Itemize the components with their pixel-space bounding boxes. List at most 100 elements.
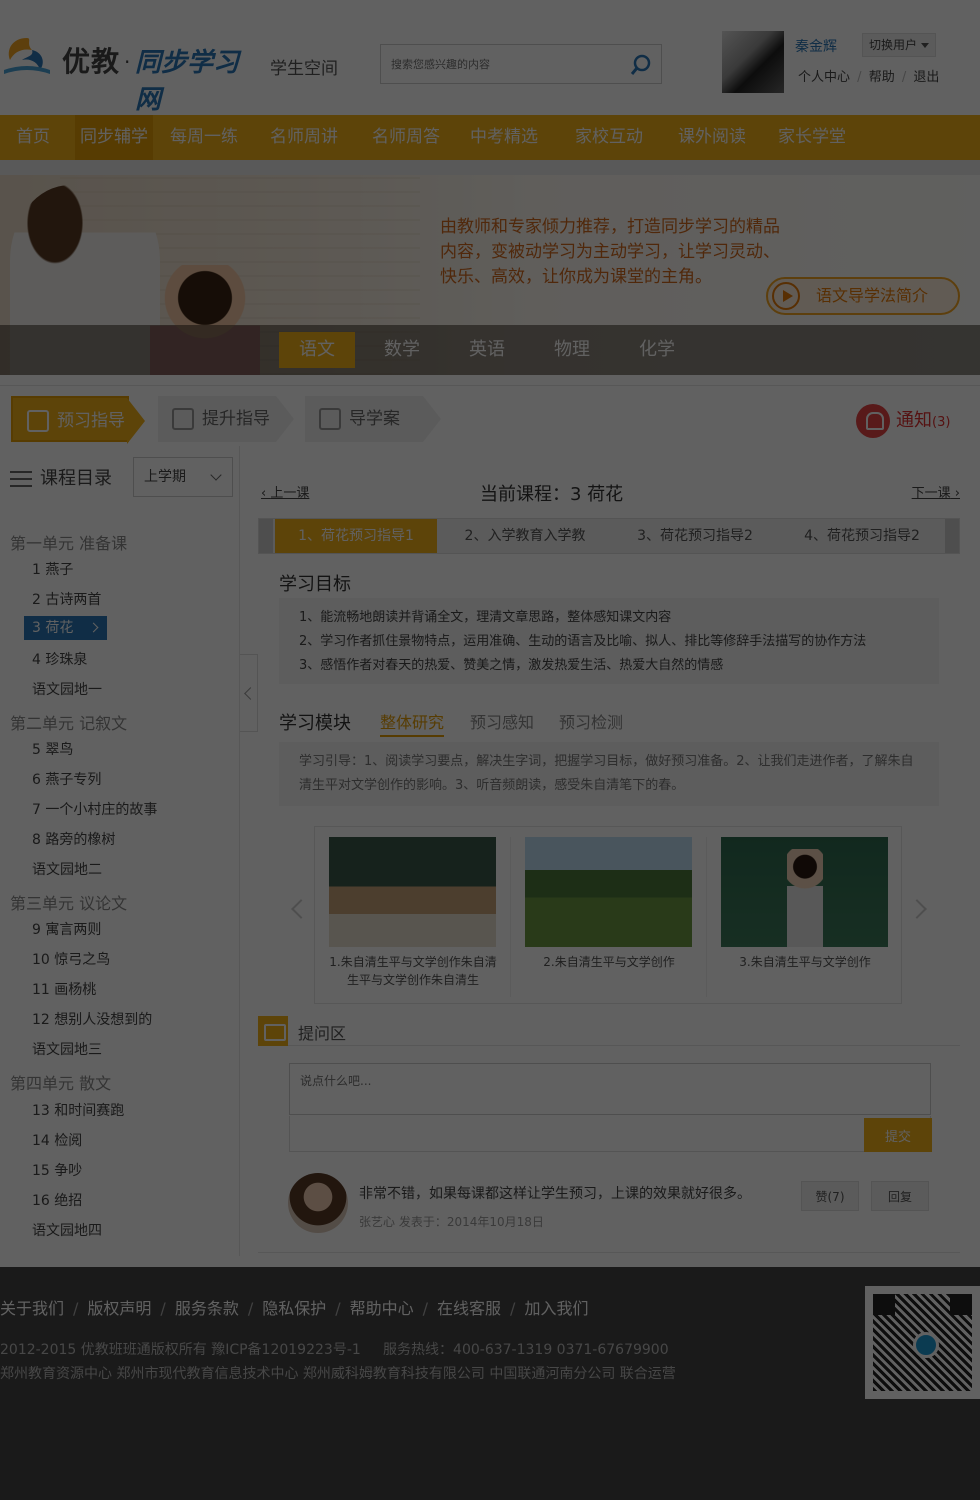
lesson-item[interactable]: 语文园地一: [32, 679, 102, 699]
subject-tab-english[interactable]: 英语: [449, 332, 525, 368]
subject-tab-math[interactable]: 数学: [364, 332, 440, 368]
carousel-prev-icon[interactable]: [291, 899, 311, 919]
resource-item[interactable]: 3.朱自清生平与文学创作: [707, 837, 903, 997]
lesson-item[interactable]: 11 画杨桃: [32, 979, 96, 999]
nav-item-teacher-lecture[interactable]: 名师周讲: [268, 115, 340, 160]
lesson-item[interactable]: 10 惊弓之鸟: [32, 949, 110, 969]
course-tab[interactable]: 4、荷花预习指导2: [781, 519, 943, 553]
resource-caption: 2.朱自清生平与文学创作: [543, 955, 675, 969]
tabs-prev-arrow-icon[interactable]: [259, 519, 273, 553]
logout-link[interactable]: 退出: [913, 70, 939, 85]
footer-links: 关于我们 / 版权声明 / 服务条款 / 隐私保护 / 帮助中心 / 在线客服 / 加入我们: [0, 1295, 588, 1319]
header: 优教 · 同步学习网 学生空间 秦金辉 切换用户 个人中心 / 帮助 / 退出: [0, 0, 980, 115]
user-avatar[interactable]: [722, 31, 784, 93]
bell-icon: [856, 404, 890, 438]
footer-link-privacy[interactable]: 隐私保护: [262, 1299, 326, 1318]
course-tab[interactable]: 2、入学教育入学教: [444, 519, 606, 553]
qr-code-icon: [873, 1294, 972, 1391]
lesson-item[interactable]: 语文园地四: [32, 1220, 102, 1240]
course-sidebar: 课程目录 上学期 第一单元 准备课 1 燕子 2 古诗两首 3 荷花 4 珍珠泉…: [0, 446, 240, 1256]
nav-item-teacher-answer[interactable]: 名师周答: [370, 115, 442, 160]
resource-item[interactable]: 2.朱自清生平与文学创作: [511, 837, 707, 997]
lesson-item[interactable]: 12 想别人没想到的: [32, 1009, 152, 1029]
tab-study-plan[interactable]: 导学案: [305, 396, 441, 442]
tab-preview-guide[interactable]: 预习指导: [11, 396, 145, 444]
lesson-item[interactable]: 8 路旁的橡树: [32, 829, 115, 849]
like-button[interactable]: 赞(7): [801, 1181, 859, 1211]
lesson-item[interactable]: 9 寓言两则: [32, 919, 101, 939]
course-tab[interactable]: 1、荷花预习指导1: [275, 519, 437, 553]
lesson-item-active[interactable]: 3 荷花: [24, 616, 107, 640]
lesson-item[interactable]: 语文园地二: [32, 859, 102, 879]
notice-count: (3): [932, 415, 951, 430]
footer-link-support[interactable]: 在线客服: [437, 1299, 501, 1318]
question-input[interactable]: [289, 1063, 931, 1115]
site-logo[interactable]: 优教 · 同步学习网 学生空间: [0, 30, 338, 115]
nav-item-weekly-practice[interactable]: 每周一练: [168, 115, 240, 160]
nav-item-exam-selection[interactable]: 中考精选: [468, 115, 540, 160]
unit-title[interactable]: 第四单元 散文: [10, 1070, 111, 1094]
tabs-next-arrow-icon[interactable]: [945, 519, 959, 553]
unit-title[interactable]: 第一单元 准备课: [10, 530, 127, 554]
module-tab-check[interactable]: 预习检测: [559, 709, 623, 733]
module-tab-overall[interactable]: 整体研究: [380, 709, 445, 737]
comment-text: 非常不错，如果每课都这样让学生预习，上课的效果就好很多。: [359, 1186, 751, 1202]
nav-item-home-school[interactable]: 家校互动: [573, 115, 645, 160]
lesson-item[interactable]: 15 争吵: [32, 1160, 82, 1180]
unit-title[interactable]: 第二单元 记叙文: [10, 710, 127, 734]
help-link[interactable]: 帮助: [869, 70, 895, 85]
lesson-item[interactable]: 语文园地三: [32, 1039, 102, 1059]
footer-link-terms[interactable]: 服务条款: [175, 1299, 239, 1318]
lesson-item[interactable]: 4 珍珠泉: [32, 649, 87, 669]
switch-user-dropdown[interactable]: 切换用户: [862, 33, 937, 57]
footer-link-help[interactable]: 帮助中心: [350, 1299, 414, 1318]
nav-item-parent-school[interactable]: 家长学堂: [776, 115, 848, 160]
resource-item[interactable]: 1.朱自清生平与文学创作朱自清生平与文学创作朱自清生: [315, 837, 511, 997]
sidebar-collapse-button[interactable]: [240, 654, 258, 732]
subject-tab-chemistry[interactable]: 化学: [619, 332, 695, 368]
lesson-item[interactable]: 2 古诗两首: [32, 589, 101, 609]
user-name-link[interactable]: 秦金辉: [795, 36, 837, 56]
next-lesson-link[interactable]: 下一课 ›: [912, 482, 960, 501]
module-tab-perception[interactable]: 预习感知: [470, 709, 534, 733]
lesson-item[interactable]: 7 一个小村庄的故事: [32, 799, 157, 819]
nav-item-home[interactable]: 首页: [14, 115, 52, 160]
lesson-item[interactable]: 5 翠鸟: [32, 739, 73, 759]
student-space-label: 学生空间: [270, 59, 338, 79]
next-lesson-label: 下一课: [911, 486, 951, 501]
link-separator: /: [247, 1299, 254, 1318]
resource-thumbnail: [721, 837, 888, 947]
link-separator: /: [422, 1299, 429, 1318]
prev-lesson-link[interactable]: ‹ 上一课: [261, 482, 309, 501]
module-title: 学习模块: [279, 713, 351, 734]
search-input[interactable]: [381, 45, 616, 83]
commenter-avatar[interactable]: [288, 1173, 348, 1233]
lesson-item[interactable]: 6 燕子专列: [32, 769, 101, 789]
course-tab[interactable]: 3、荷花预习指导2: [614, 519, 776, 553]
lesson-item[interactable]: 1 燕子: [32, 559, 73, 579]
nav-item-sync-tutoring[interactable]: 同步辅学: [75, 115, 153, 160]
carousel-next-icon[interactable]: [907, 899, 927, 919]
lesson-item[interactable]: 16 绝招: [32, 1190, 82, 1210]
nav-item-extra-reading[interactable]: 课外阅读: [676, 115, 748, 160]
brand-dot: ·: [124, 50, 131, 74]
unit-title[interactable]: 第三单元 议论文: [10, 890, 127, 914]
notice-button[interactable]: 通知(3): [856, 404, 950, 438]
footer-link-join[interactable]: 加入我们: [524, 1299, 588, 1318]
term-select[interactable]: 上学期: [133, 457, 233, 497]
document-icon: [319, 408, 341, 430]
subject-tab-chinese[interactable]: 语文: [279, 332, 355, 368]
link-separator: /: [857, 70, 862, 85]
footer-link-copyright[interactable]: 版权声明: [87, 1299, 151, 1318]
footer-link-about[interactable]: 关于我们: [0, 1299, 64, 1318]
reply-button[interactable]: 回复: [871, 1181, 929, 1211]
submit-button[interactable]: 提交: [864, 1118, 932, 1152]
tab-improve-guide[interactable]: 提升指导: [158, 396, 294, 442]
personal-center-link[interactable]: 个人中心: [798, 70, 850, 85]
method-intro-button[interactable]: 语文导学法简介: [766, 277, 960, 315]
subject-tab-physics[interactable]: 物理: [534, 332, 610, 368]
lesson-item[interactable]: 14 检阅: [32, 1130, 82, 1150]
lesson-item[interactable]: 13 和时间赛跑: [32, 1100, 124, 1120]
notice-label: 通知: [896, 410, 932, 431]
search-icon[interactable]: [629, 53, 653, 77]
